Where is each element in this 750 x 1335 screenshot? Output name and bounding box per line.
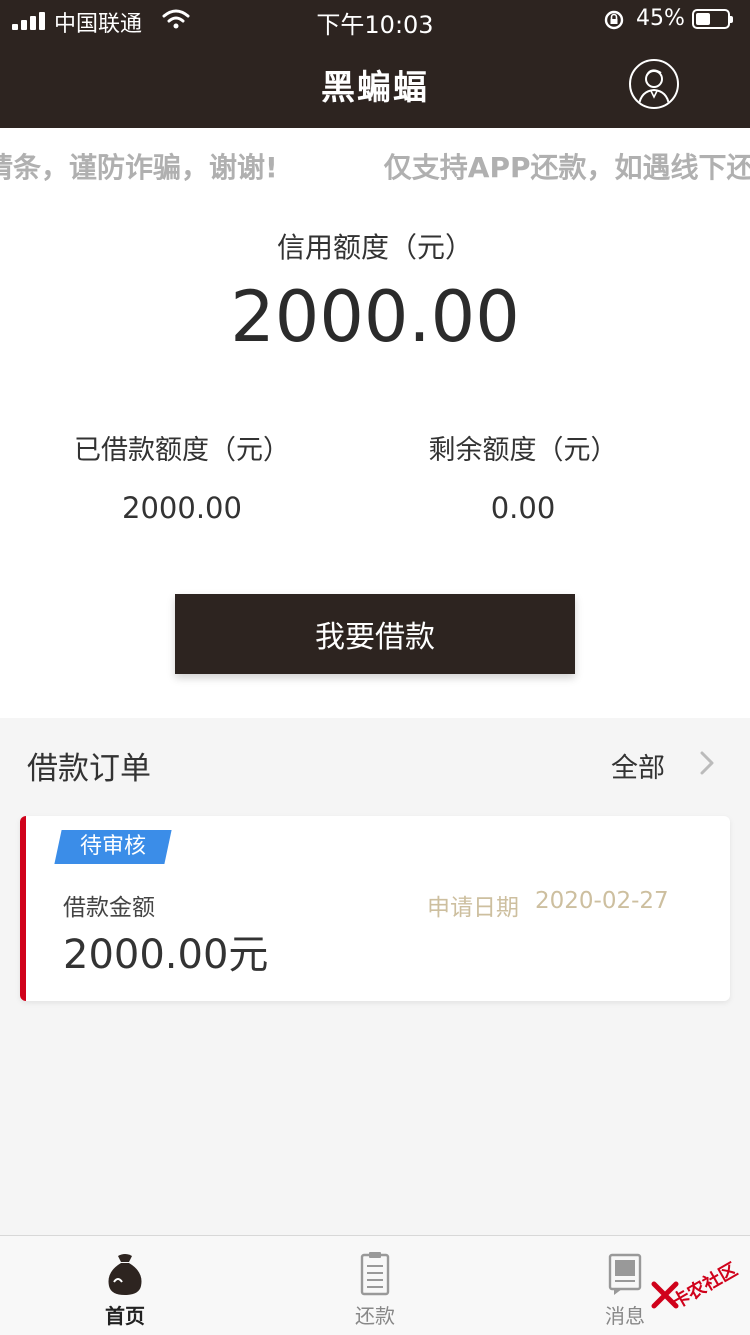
- order-card[interactable]: 待审核 借款金额 申请日期 2020-02-27 2000.00元: [20, 816, 730, 1001]
- credit-limit-value: 2000.00: [230, 276, 520, 358]
- user-avatar-icon[interactable]: [629, 59, 679, 109]
- rotation-lock-icon: [603, 9, 625, 35]
- marquee-item: 仅支持APP还款，如遇线下还: [383, 151, 750, 184]
- order-amount-value: 2000.00元: [63, 932, 269, 978]
- battery-level: [696, 13, 710, 25]
- clipboard-icon: [350, 1252, 400, 1296]
- tab-home[interactable]: 首页: [0, 1236, 250, 1335]
- orders-section-title: 借款订单: [27, 751, 151, 787]
- chevron-right-icon[interactable]: [698, 749, 716, 781]
- order-status-text: 待审核: [79, 834, 146, 859]
- order-date-value: 2020-02-27: [535, 888, 669, 914]
- remaining-amount-value: 0.00: [490, 491, 556, 525]
- order-date-label: 申请日期: [427, 895, 519, 921]
- order-status-badge: 待审核: [54, 830, 172, 864]
- borrow-button[interactable]: 我要借款: [175, 594, 575, 674]
- watermark-text: 卡农社区: [668, 1259, 742, 1314]
- order-accent-bar: [20, 816, 26, 1001]
- borrowed-amount-label: 已借款额度（元）: [74, 435, 290, 466]
- borrowed-amount-value: 2000.00: [122, 491, 242, 525]
- remaining-amount-label: 剩余额度（元）: [428, 435, 618, 466]
- marquee-item: 请条，谨防诈骗，谢谢!: [0, 151, 278, 184]
- money-bag-icon: [100, 1252, 150, 1296]
- battery-percent: 45%: [636, 6, 685, 31]
- top-bar: 中国联通 下午10:03 45% 黑蝙蝠: [0, 0, 750, 128]
- tab-repay[interactable]: 还款: [250, 1236, 500, 1335]
- tab-label: 首页: [105, 1304, 145, 1328]
- message-icon: [600, 1252, 650, 1296]
- notice-marquee: 请条，谨防诈骗，谢谢! 仅支持APP还款，如遇线下还: [0, 128, 750, 200]
- orders-all-link[interactable]: 全部: [611, 746, 665, 785]
- remaining-amount-block: 剩余额度（元） 0.00: [373, 428, 673, 525]
- battery-icon: [692, 9, 733, 29]
- order-amount-label: 借款金额: [63, 895, 155, 921]
- watermark-logo: 卡农社区: [648, 1250, 748, 1320]
- credit-summary: 信用额度（元） 2000.00 已借款额度（元） 2000.00 剩余额度（元）…: [0, 200, 750, 718]
- credit-limit-label: 信用额度（元）: [276, 231, 473, 264]
- borrowed-amount-block: 已借款额度（元） 2000.00: [32, 428, 332, 525]
- status-bar: 中国联通 下午10:03 45%: [0, 0, 750, 40]
- tab-label: 还款: [355, 1304, 395, 1328]
- bottom-tab-bar: 首页 还款 消息: [0, 1235, 750, 1335]
